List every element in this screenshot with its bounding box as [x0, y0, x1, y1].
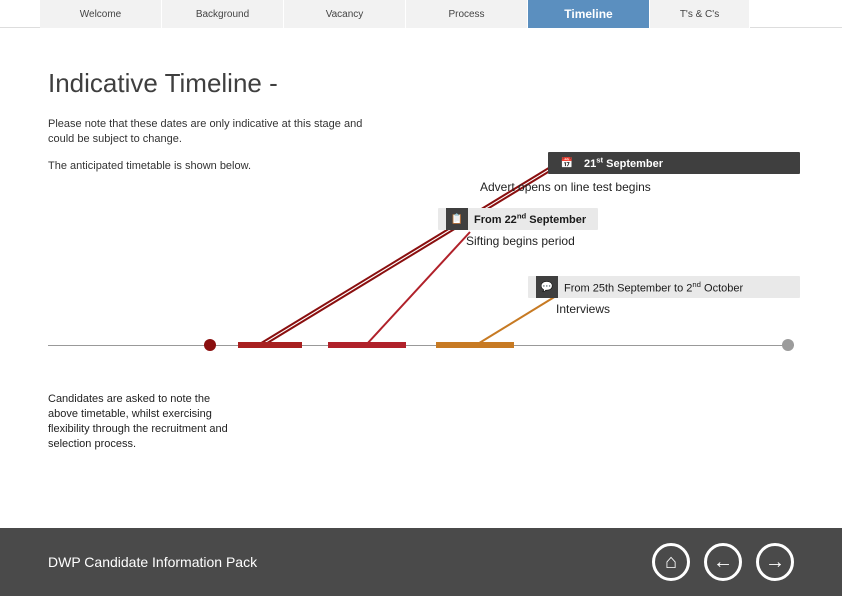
calendar-icon: 📅 — [556, 152, 578, 174]
event-2-desc: Sifting begins period — [466, 234, 575, 248]
home-icon: ⌂ — [665, 551, 677, 574]
event-3-desc: Interviews — [556, 302, 610, 316]
timeline-segment-2 — [328, 342, 406, 348]
footer-nav: ⌂ ← → — [652, 543, 794, 581]
intro-paragraph-2: The anticipated timetable is shown below… — [48, 159, 378, 174]
timeline-start-dot[interactable] — [204, 339, 216, 351]
page-title: Indicative Timeline - — [48, 68, 794, 99]
event-2-bar: 📋 From 22nd September — [438, 208, 598, 230]
timeline-segment-3 — [436, 342, 514, 348]
tab-tsandcs[interactable]: T's & C's — [650, 0, 750, 28]
chat-icon: 💬 — [536, 276, 558, 298]
footer-title: DWP Candidate Information Pack — [48, 554, 652, 570]
event-3-date: From 25th September to 2nd October — [564, 280, 743, 295]
event-3-bar: 💬 From 25th September to 2nd October — [528, 276, 800, 298]
arrow-left-icon: ← — [713, 551, 733, 574]
event-1-bar: 📅 21st September — [548, 152, 800, 174]
arrow-right-icon: → — [765, 551, 785, 574]
tab-vacancy[interactable]: Vacancy — [284, 0, 406, 28]
tab-process[interactable]: Process — [406, 0, 528, 28]
event-1-desc: Advert opens on line test begins — [480, 180, 651, 194]
clipboard-icon: 📋 — [446, 208, 468, 230]
next-button[interactable]: → — [756, 543, 794, 581]
timeline-base — [48, 338, 794, 352]
timeline-segment-1 — [238, 342, 302, 348]
home-button[interactable]: ⌂ — [652, 543, 690, 581]
tab-welcome[interactable]: Welcome — [40, 0, 162, 28]
footer: DWP Candidate Information Pack ⌂ ← → — [0, 528, 842, 596]
tab-background[interactable]: Background — [162, 0, 284, 28]
prev-button[interactable]: ← — [704, 543, 742, 581]
tab-timeline[interactable]: Timeline — [528, 0, 650, 28]
timeline-end-dot — [782, 339, 794, 351]
timeline-line — [48, 345, 794, 346]
event-2-date: From 22nd September — [474, 212, 586, 227]
candidate-note: Candidates are asked to note the above t… — [48, 392, 238, 451]
intro-paragraph-1: Please note that these dates are only in… — [48, 117, 378, 147]
tab-bar: Welcome Background Vacancy Process Timel… — [0, 0, 842, 28]
event-1-date: 21st September — [584, 156, 663, 171]
